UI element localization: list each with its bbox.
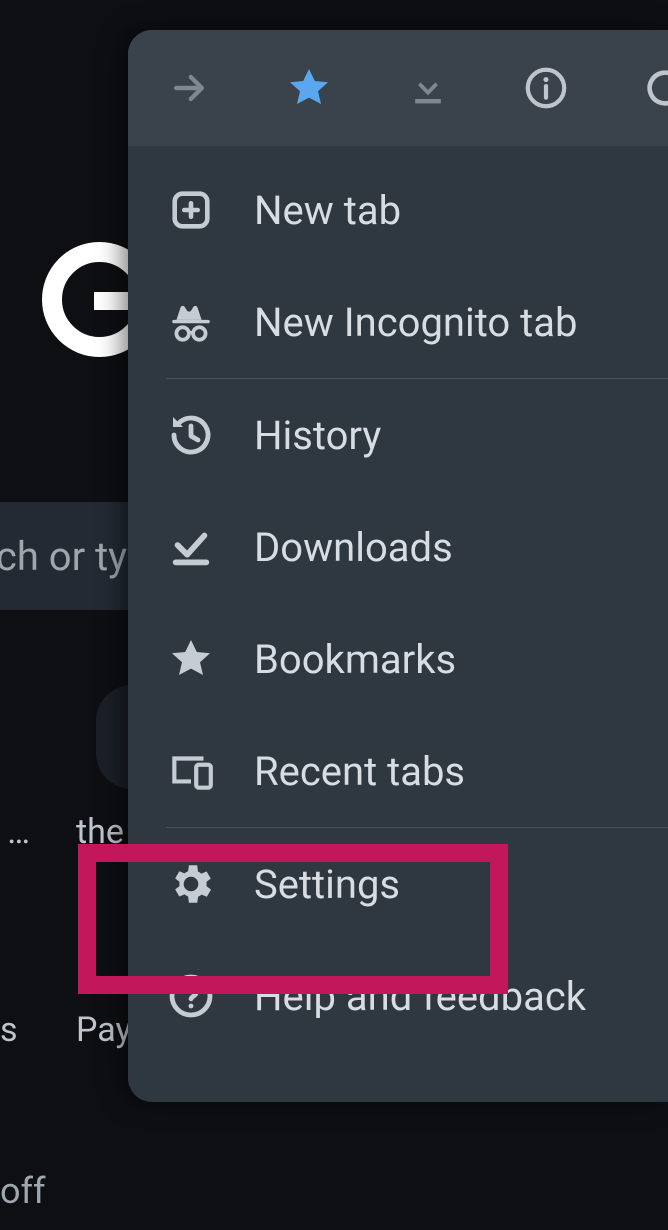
menu-item-help[interactable]: Help and feedback	[128, 940, 668, 1052]
menu-item-label: Bookmarks	[254, 636, 456, 683]
menu-item-history[interactable]: History	[128, 379, 668, 491]
bg-text-fragment: off	[0, 1170, 46, 1212]
devices-icon	[166, 746, 216, 796]
bg-text-fragment: s	[0, 1010, 18, 1050]
menu-toolbar	[128, 30, 668, 146]
menu-item-downloads[interactable]: Downloads	[128, 491, 668, 603]
refresh-icon-fragment[interactable]	[642, 64, 668, 112]
browser-overflow-menu: New tab New Incognito tab History Downlo…	[128, 30, 668, 1102]
plus-square-icon	[166, 185, 216, 235]
help-icon	[166, 971, 216, 1021]
menu-item-label: Help and feedback	[254, 973, 586, 1020]
menu-item-label: History	[254, 412, 381, 459]
forward-icon[interactable]	[166, 64, 213, 112]
menu-item-new-tab[interactable]: New tab	[128, 154, 668, 266]
incognito-icon	[166, 297, 216, 347]
history-icon	[166, 410, 216, 460]
downloads-done-icon	[166, 522, 216, 572]
bg-text-fragment: the	[76, 812, 136, 852]
bg-text-fragment: …	[0, 812, 30, 852]
menu-item-settings[interactable]: Settings	[128, 828, 668, 940]
menu-item-label: Recent tabs	[254, 748, 465, 795]
menu-item-label: New Incognito tab	[254, 299, 577, 346]
menu-item-new-incognito[interactable]: New Incognito tab	[128, 266, 668, 378]
download-icon[interactable]	[405, 64, 452, 112]
bookmark-star-icon[interactable]	[285, 64, 333, 112]
menu-item-label: New tab	[254, 187, 401, 234]
menu-body: New tab New Incognito tab History Downlo…	[128, 146, 668, 1102]
info-icon[interactable]	[523, 64, 570, 112]
gear-icon	[166, 859, 216, 909]
menu-item-bookmarks[interactable]: Bookmarks	[128, 603, 668, 715]
star-icon	[166, 634, 216, 684]
menu-item-recent-tabs[interactable]: Recent tabs	[128, 715, 668, 827]
menu-item-label: Downloads	[254, 524, 453, 571]
omnibox-fragment[interactable]: Search or type web address	[0, 502, 130, 610]
omnibox-placeholder-fragment: Search or type web address	[0, 533, 130, 580]
menu-item-label: Settings	[254, 861, 400, 908]
